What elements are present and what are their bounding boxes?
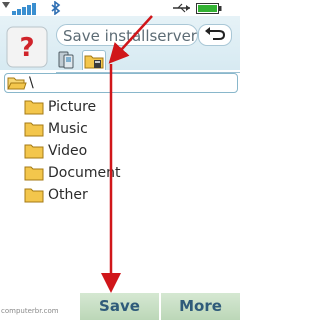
- folder-icon: [24, 166, 44, 181]
- folder-item-document[interactable]: Document: [24, 162, 224, 184]
- folder-item-picture[interactable]: Picture: [24, 96, 224, 118]
- save-button[interactable]: Save: [80, 293, 159, 320]
- current-path-row[interactable]: \: [4, 73, 238, 93]
- folder-item-video[interactable]: Video: [24, 140, 224, 162]
- tab-phone-memory[interactable]: [56, 50, 80, 70]
- folder-item-music[interactable]: Music: [24, 118, 224, 140]
- folder-label: Video: [48, 143, 88, 159]
- usb-icon: [173, 3, 190, 13]
- more-button[interactable]: More: [161, 293, 240, 320]
- folder-label: Document: [48, 165, 121, 181]
- open-folder-icon: [7, 77, 27, 90]
- question-icon[interactable]: ?: [6, 26, 48, 68]
- page-title: Save installserver: [56, 24, 198, 46]
- memory-card-folder-icon: [84, 55, 104, 69]
- folder-list: Picture Music Video Document Other: [24, 96, 224, 206]
- watermark: computerbr.com: [1, 307, 59, 315]
- folder-icon: [24, 188, 44, 203]
- folder-icon: [24, 122, 44, 137]
- tab-memory-card[interactable]: [82, 50, 106, 70]
- softkey-bar: Save More: [80, 293, 240, 320]
- back-button[interactable]: [198, 24, 232, 46]
- svg-text:?: ?: [19, 33, 34, 63]
- folder-icon: [24, 144, 44, 159]
- folder-label: Other: [48, 187, 88, 203]
- status-bar: [0, 0, 240, 16]
- bluetooth-icon: [51, 1, 61, 15]
- folder-label: Music: [48, 121, 88, 137]
- folder-item-other[interactable]: Other: [24, 184, 224, 206]
- folder-label: Picture: [48, 99, 97, 115]
- path-label: \: [29, 75, 34, 91]
- folder-icon: [24, 100, 44, 115]
- storage-tabs: [56, 50, 106, 72]
- battery-icon: [196, 3, 222, 14]
- back-arrow-icon: [205, 27, 226, 40]
- phone-memory-icon: [58, 51, 74, 69]
- header: ? Save installserver: [0, 16, 240, 73]
- signal-strength-icon: [2, 2, 36, 15]
